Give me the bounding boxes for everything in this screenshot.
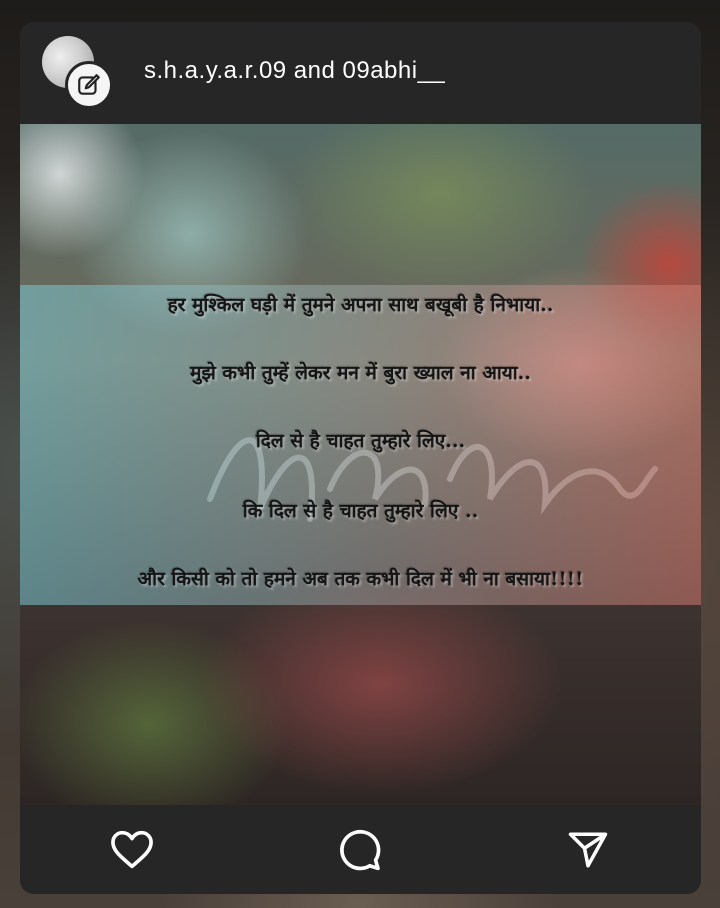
comment-icon[interactable] — [337, 827, 383, 873]
edit-icon[interactable] — [65, 61, 113, 109]
poem-line-5: और किसी को तो हमने अब तक कभी दिल में भी … — [137, 568, 584, 590]
post-actions — [20, 805, 701, 894]
poem-line-2: मुझे कभी तुम्हें लेकर मन में बुरा ख्याल … — [190, 362, 531, 384]
poem-line-1: हर मुश्किल घड़ी में तुमने अपना साथ बखूबी… — [167, 294, 554, 316]
post-card: s.h.a.y.a.r.09 and 09abhi__ हर मुश्किल घ… — [20, 22, 701, 894]
post-header: s.h.a.y.a.r.09 and 09abhi__ — [20, 22, 701, 124]
poem-line-4: कि दिल से है चाहत तुम्हारे लिए .. — [242, 500, 479, 522]
post-image[interactable]: हर मुश्किल घड़ी में तुमने अपना साथ बखूबी… — [20, 124, 701, 805]
send-icon[interactable] — [565, 827, 611, 873]
heart-icon[interactable] — [109, 827, 155, 873]
post-username[interactable]: s.h.a.y.a.r.09 and 09abhi__ — [144, 57, 445, 85]
poem-band: हर मुश्किल घड़ी में तुमने अपना साथ बखूबी… — [20, 285, 701, 605]
poem-line-3: दिल से है चाहत तुम्हारे लिए... — [255, 430, 466, 452]
